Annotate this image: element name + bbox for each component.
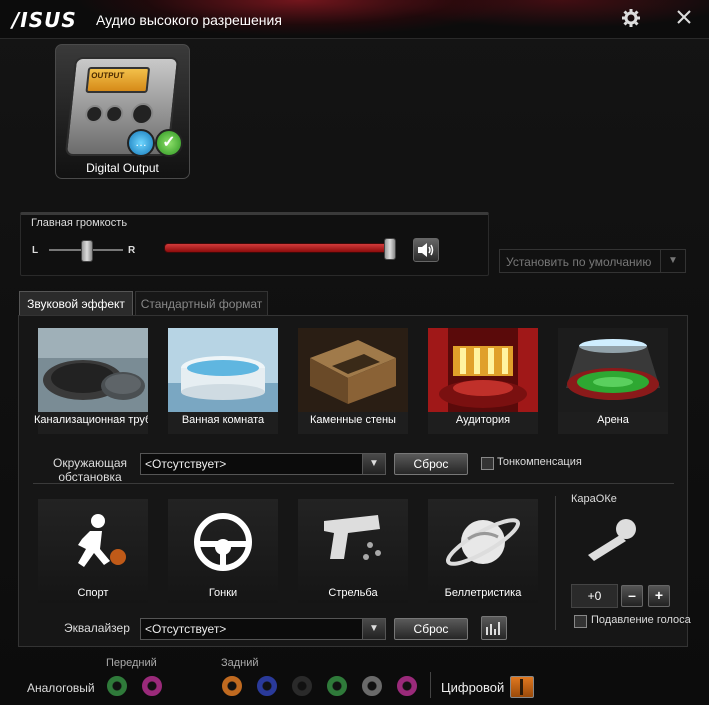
vocal-suppress-label: Подавление голоса [591, 614, 691, 626]
right-label: R [128, 245, 136, 256]
stone-walls-image [298, 328, 408, 412]
audio-jack-icon[interactable] [292, 676, 312, 696]
digital-jack-slot [520, 679, 523, 695]
equalizer-settings-button[interactable] [481, 616, 507, 640]
device-screen: OUTPUT [85, 67, 151, 93]
activity-label: Гонки [208, 587, 238, 599]
audio-jack-icon[interactable] [362, 676, 382, 696]
audio-jack-icon[interactable] [222, 676, 242, 696]
digital-label: Цифровой [441, 680, 505, 695]
checkmark-icon: ✓ [155, 129, 183, 157]
app-window: /ISUS Аудио высокого разрешения OUTPUT …… [0, 0, 709, 705]
knob-icon [84, 105, 105, 123]
environment-select-value: <Отсутствует> [145, 457, 227, 471]
audio-jack-icon[interactable] [257, 676, 277, 696]
sport-icon [38, 509, 148, 575]
volume-slider-thumb[interactable] [384, 238, 396, 260]
asus-logo: /ISUS [12, 8, 77, 32]
env-label: Арена [597, 414, 629, 426]
set-default-button[interactable]: Установить по умолчанию ▼ [499, 249, 686, 273]
env-tile-bathroom[interactable]: Ванная комната [168, 328, 278, 434]
env-tile-stone-walls[interactable]: Каменные стены [298, 328, 408, 434]
sewer-pipe-image [38, 328, 148, 412]
env-tile-sewer[interactable]: Канализационная труба [34, 328, 148, 434]
activity-fiction[interactable]: Беллетристика [428, 499, 538, 603]
audio-jack-icon[interactable] [142, 676, 162, 696]
connector-icon [130, 103, 155, 125]
chevron-down-icon: ▼ [660, 250, 685, 272]
karaoke-plus-button[interactable]: + [648, 585, 670, 607]
karaoke-key-value: +0 [571, 584, 618, 608]
master-volume-panel: Главная громкость L R [20, 212, 489, 276]
window-title: Аудио высокого разрешения [96, 12, 282, 28]
activity-label: Спорт [77, 587, 109, 599]
steering-wheel-icon [168, 509, 278, 575]
balance-slider-thumb[interactable] [81, 240, 93, 262]
volume-slider[interactable] [164, 243, 396, 253]
planet-icon [428, 509, 538, 575]
env-label: Аудитория [455, 414, 511, 426]
digital-jack-icon[interactable] [510, 676, 534, 698]
env-tile-arena[interactable]: Арена [558, 328, 668, 434]
activity-label: Беллетристика [444, 587, 522, 599]
back-label: Задний [221, 657, 259, 669]
equalizer-label: Эквалайзер [64, 621, 130, 635]
karaoke-minus-button[interactable]: – [621, 585, 643, 607]
equalizer-reset-button[interactable]: Сброс [394, 618, 468, 640]
activity-sport[interactable]: Спорт [38, 499, 148, 603]
analog-label: Аналоговый [27, 681, 95, 695]
title-bar: /ISUS Аудио высокого разрешения [0, 0, 709, 39]
chevron-down-icon: ▼ [362, 619, 385, 639]
knob-icon [104, 105, 125, 123]
audio-jack-icon[interactable] [107, 676, 127, 696]
mute-button[interactable] [413, 238, 439, 262]
equalizer-select-value: <Отсутствует> [145, 622, 227, 636]
front-label: Передний [106, 657, 157, 669]
equalizer-icon [486, 622, 500, 635]
activity-label: Стрельба [328, 587, 378, 599]
arena-image [558, 328, 668, 412]
env-label: Каменные стены [310, 414, 396, 426]
env-tile-auditorium[interactable]: Аудитория [428, 328, 538, 434]
audio-jack-icon[interactable] [327, 676, 347, 696]
auditorium-image [428, 328, 538, 412]
chat-bubble-icon: … [127, 129, 155, 157]
device-digital-output[interactable]: OUTPUT … ✓ Digital Output [55, 44, 190, 179]
tab-standard-format[interactable]: Стандартный формат [135, 291, 268, 315]
set-default-label: Установить по умолчанию [506, 255, 652, 269]
divider [33, 483, 674, 484]
gear-icon[interactable] [622, 9, 640, 30]
environment-label-line1: Окружающая [52, 456, 127, 470]
environment-label-line2: обстановка [58, 470, 122, 484]
environment-reset-button[interactable]: Сброс [394, 453, 468, 475]
pistol-icon [298, 509, 408, 575]
tab-sound-effect[interactable]: Звуковой эффект [19, 291, 133, 315]
environment-label: Окружающая обстановка [52, 456, 128, 484]
vocal-suppress-checkbox[interactable] [574, 615, 587, 628]
close-icon[interactable] [676, 9, 692, 28]
karaoke-title: КараОКе [571, 493, 617, 505]
speaker-icon [418, 243, 434, 257]
environment-select[interactable]: <Отсутствует> ▼ [140, 453, 386, 475]
divider-vertical [555, 496, 556, 630]
loudness-checkbox[interactable] [481, 457, 494, 470]
divider-vertical [430, 672, 431, 698]
chevron-down-icon: ▼ [362, 454, 385, 474]
audio-jack-icon[interactable] [397, 676, 417, 696]
equalizer-select[interactable]: <Отсутствует> ▼ [140, 618, 386, 640]
microphone-icon [582, 515, 642, 570]
env-label: Канализационная труба [34, 414, 148, 426]
activity-shooting[interactable]: Стрельба [298, 499, 408, 603]
env-label: Ванная комната [181, 414, 265, 426]
device-label: Digital Output [86, 161, 159, 175]
volume-title: Главная громкость [31, 217, 128, 229]
activity-racing[interactable]: Гонки [168, 499, 278, 603]
bathtub-image [168, 328, 278, 412]
loudness-label: Тонкомпенсация [497, 456, 582, 468]
left-label: L [32, 245, 39, 256]
